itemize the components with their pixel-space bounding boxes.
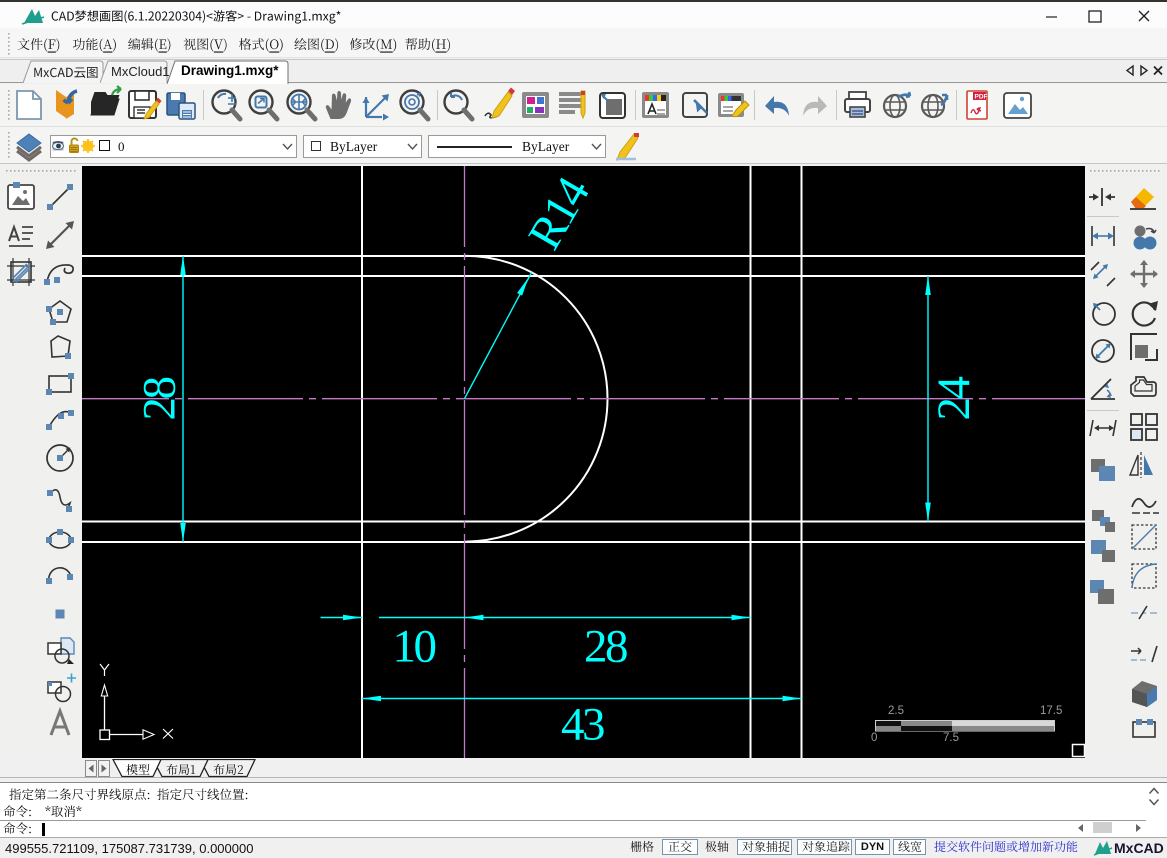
svg-text:43: 43	[561, 699, 604, 751]
svg-text:PDF: PDF	[975, 94, 988, 101]
svg-text:28: 28	[134, 378, 186, 421]
svg-text:R14: R14	[518, 169, 599, 258]
svg-text:28: 28	[584, 621, 627, 673]
svg-text:10: 10	[393, 621, 436, 673]
svg-text:24: 24	[928, 377, 980, 421]
